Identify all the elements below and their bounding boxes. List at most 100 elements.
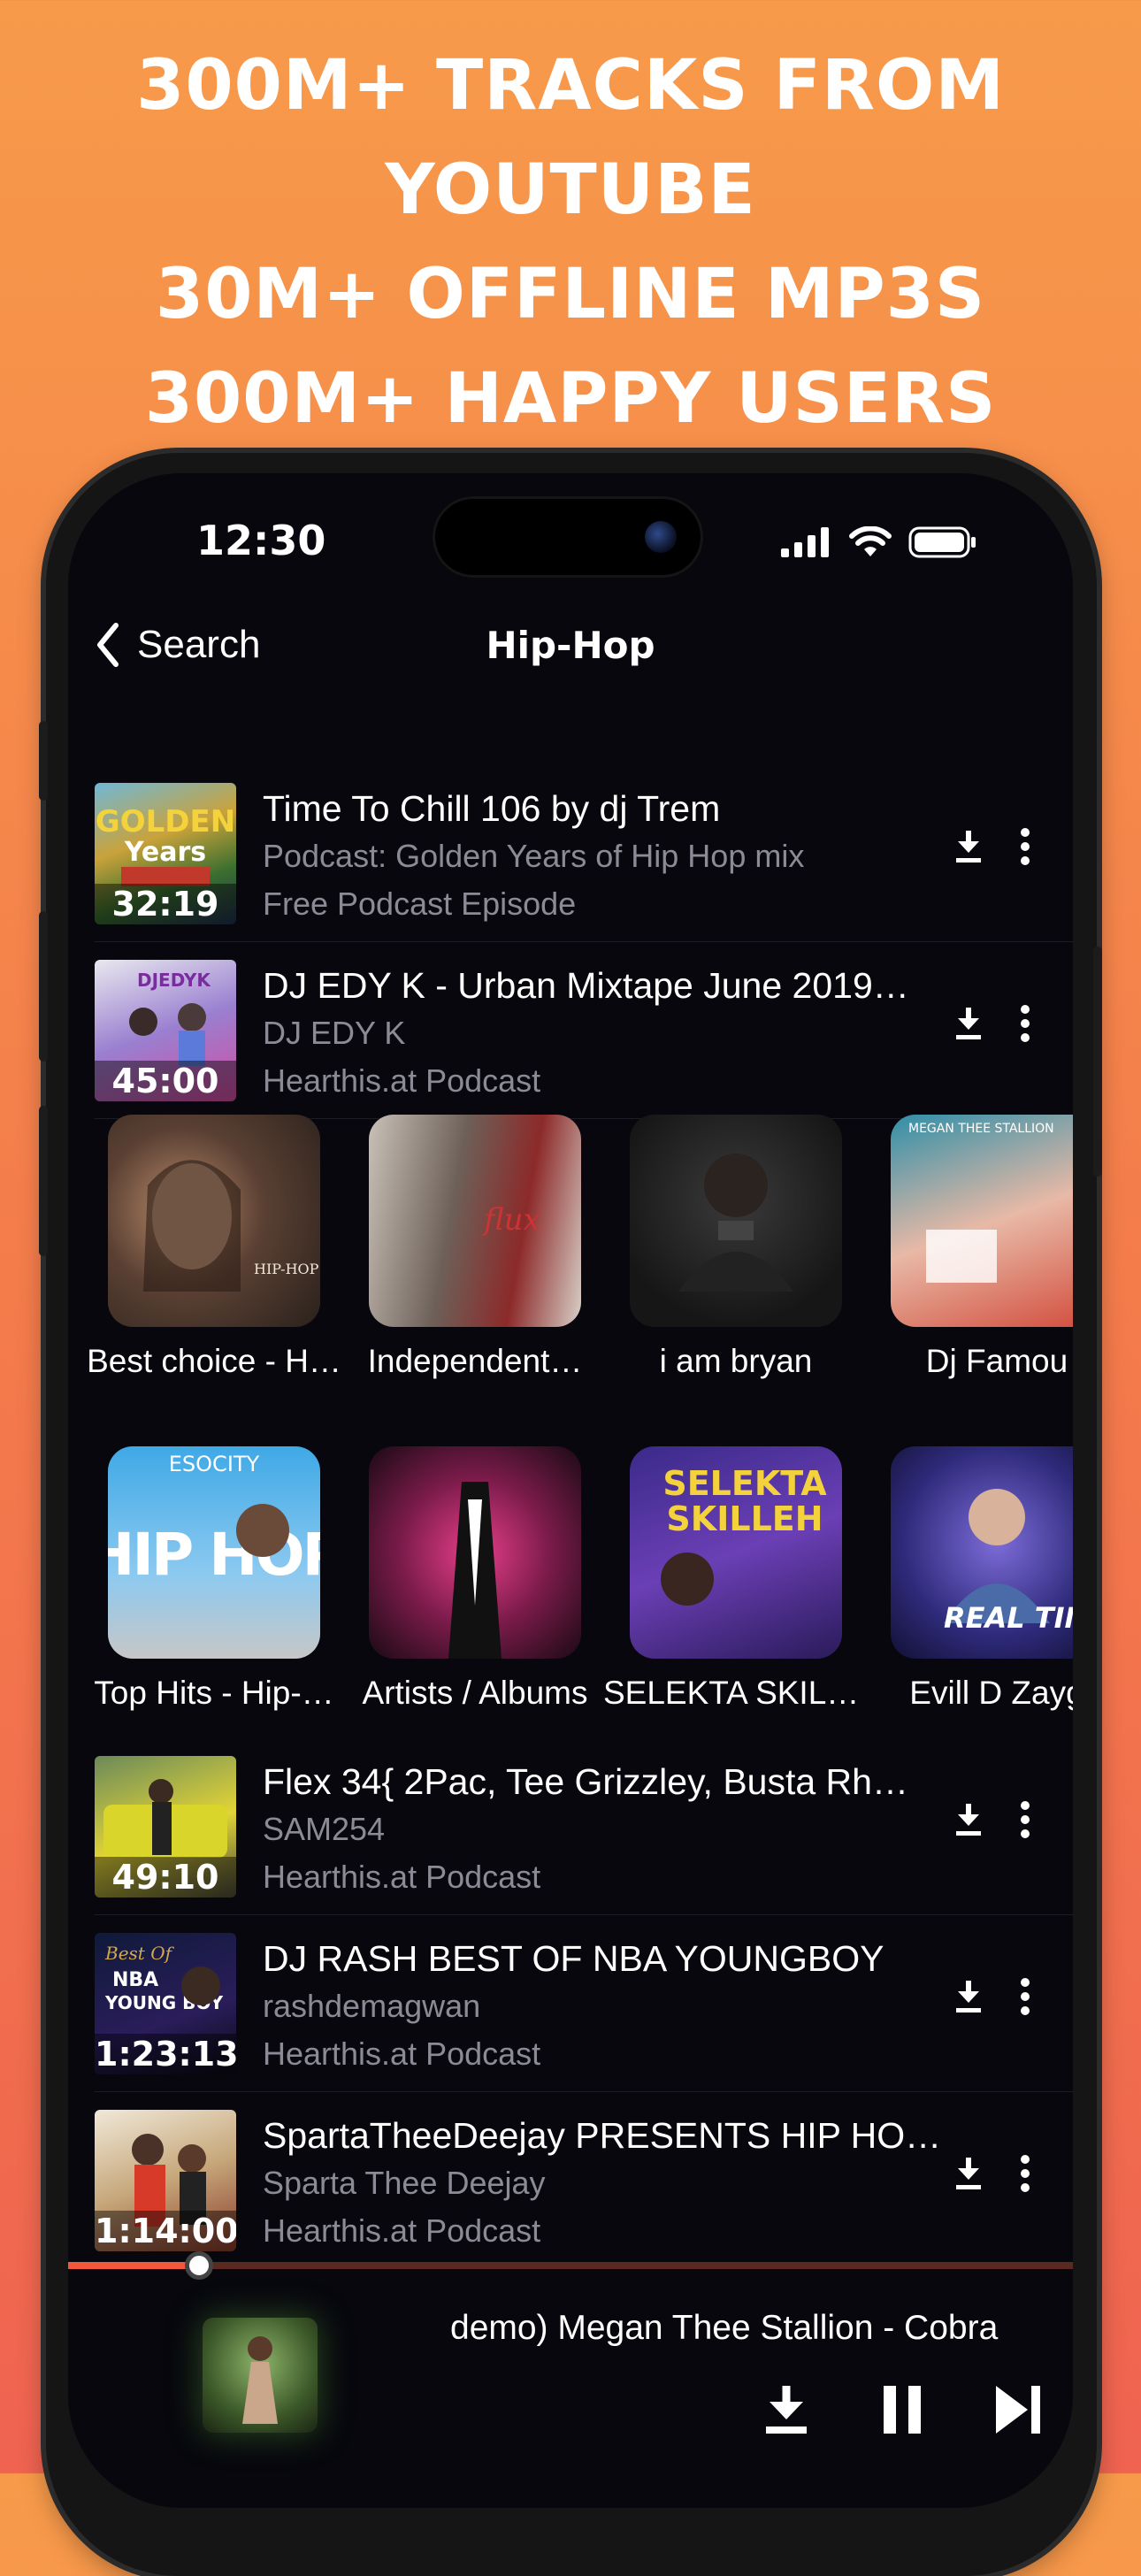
- playlist-label: Evill D Zayg: [909, 1675, 1073, 1711]
- track-duration: 1:23:13: [95, 2034, 236, 2074]
- track-subtitle: SAM254: [263, 1811, 386, 1847]
- promo-line-1: 300M+ TRACKS FROM: [136, 46, 1005, 126]
- playlist-art: flux: [369, 1115, 581, 1327]
- skip-next-icon[interactable]: [992, 2384, 1044, 2435]
- playlist-art: REAL TIME: [891, 1446, 1073, 1659]
- playlist-art: SELEKTA SKILLEH: [630, 1446, 842, 1659]
- track-thumbnail: GOLDEN Years 32:19: [95, 783, 236, 924]
- playlist-card[interactable]: MEGAN THEE STALLION Dj Famou: [891, 1115, 1073, 1380]
- download-icon[interactable]: [762, 2384, 810, 2435]
- track-thumbnail: 49:10: [95, 1756, 236, 1898]
- portrait-art-icon: HIP-HOP: [143, 1160, 319, 1292]
- download-icon[interactable]: [953, 1979, 984, 2014]
- svg-text:Best Of: Best Of: [104, 1943, 175, 1964]
- playlist-card[interactable]: flux Independent…: [368, 1115, 582, 1380]
- status-time: 12:30: [196, 517, 326, 564]
- track-subtitle: Podcast: Golden Years of Hip Hop mix: [263, 838, 805, 874]
- svg-text:MEGAN THEE STALLION: MEGAN THEE STALLION: [908, 1122, 1054, 1136]
- status-bar: 12:30: [68, 473, 1073, 588]
- playlist-carousel[interactable]: ESOCITYHIP HOP Top Hits - Hip-… Artists …: [68, 1446, 1073, 1738]
- wifi-icon: [849, 526, 892, 556]
- svg-text:ESOCITY: ESOCITY: [169, 1452, 260, 1476]
- track-row[interactable]: 1:14:00 SpartaTheeDeejay PRESENTS HIP HO…: [68, 2092, 1073, 2269]
- download-icon[interactable]: [953, 829, 984, 864]
- navigation-bar: Search Hip-Hop: [68, 613, 1073, 684]
- track-duration: 45:00: [95, 1061, 236, 1101]
- phone-side-button: [1093, 947, 1102, 1177]
- phone-side-button: [39, 1106, 48, 1256]
- track-row[interactable]: GOLDEN Years 32:19 Time To Chill 106 by d…: [68, 765, 1073, 942]
- status-icons: [781, 526, 977, 558]
- playlist-label: Artists / Albums: [362, 1675, 588, 1711]
- pause-icon[interactable]: [880, 2384, 924, 2435]
- silhouette-art-icon: [448, 1482, 502, 1659]
- playlist-art: MEGAN THEE STALLION: [891, 1115, 1073, 1327]
- now-playing-artwork[interactable]: [203, 2318, 318, 2433]
- track-source: Free Podcast Episode: [263, 886, 577, 922]
- progress-fill: [68, 2262, 199, 2269]
- playlist-art: [630, 1115, 842, 1327]
- progress-track[interactable]: [68, 2262, 1073, 2269]
- svg-text:HIP-HOP: HIP-HOP: [254, 1261, 319, 1277]
- now-playing-title[interactable]: demo) Megan Thee Stallion - Cobra (fan: [450, 2309, 999, 2348]
- playlist-label: Best choice - H…: [87, 1343, 341, 1379]
- more-vertical-icon[interactable]: [1020, 1800, 1030, 1839]
- progress-scrubber[interactable]: [184, 2251, 213, 2280]
- track-row[interactable]: Best Of NBA YOUNG BOY 1:23:13 DJ RASH BEST…: [68, 1915, 1073, 2092]
- track-row[interactable]: DJEDYK 45:00 DJ EDY K - Urban Mixtape Ju…: [68, 942, 1073, 1119]
- cover-art-icon: REAL TIME: [944, 1489, 1073, 1635]
- playlist-label: Dj Famou: [925, 1343, 1068, 1379]
- abstract-art-icon: flux: [481, 1202, 540, 1238]
- playlist-label: Top Hits - Hip-…: [94, 1675, 334, 1711]
- promo-line-4: 300M+ HAPPY USERS: [144, 359, 997, 439]
- track-source: Hearthis.at Podcast: [263, 1062, 541, 1099]
- more-vertical-icon[interactable]: [1020, 827, 1030, 866]
- track-source: Hearthis.at Podcast: [263, 1859, 541, 1895]
- dynamic-island: [433, 496, 703, 578]
- track-title: SpartaTheeDeejay PRESENTS HIP HO…: [263, 2115, 942, 2156]
- phone-side-button: [39, 721, 48, 801]
- more-vertical-icon[interactable]: [1020, 1977, 1030, 2016]
- playlist-card[interactable]: SELEKTA SKILLEH SELEKTA SKILL…: [603, 1446, 869, 1712]
- track-subtitle: rashdemagwan: [263, 1988, 481, 2024]
- phone-screen: 12:30 Search Hip-Hop GOLDEN Years 32:19 T…: [68, 473, 1073, 2508]
- svg-text:NBA: NBA: [112, 1969, 158, 1991]
- svg-text:DJEDYK: DJEDYK: [137, 970, 211, 991]
- playlist-art: [369, 1446, 581, 1659]
- artist-figure-icon: [242, 2336, 278, 2424]
- playlist-label: SELEKTA SKILL…: [603, 1675, 869, 1711]
- playlist-card[interactable]: ESOCITYHIP HOP Top Hits - Hip-…: [94, 1446, 334, 1712]
- svg-text:GOLDEN: GOLDEN: [96, 804, 235, 840]
- playlist-card[interactable]: HIP-HOP Best choice - H…: [87, 1115, 341, 1380]
- promo-line-2: YOUTUBE: [385, 150, 756, 230]
- track-title: DJ EDY K - Urban Mixtape June 2019…: [263, 965, 909, 1006]
- download-icon[interactable]: [953, 1006, 984, 1041]
- more-vertical-icon[interactable]: [1020, 1004, 1030, 1043]
- playlist-card[interactable]: Artists / Albums: [363, 1446, 587, 1712]
- svg-text:Years: Years: [124, 837, 206, 868]
- playlist-art: ESOCITYHIP HOP: [108, 1446, 320, 1659]
- playlist-art: HIP-HOP: [108, 1115, 320, 1327]
- track-thumbnail: DJEDYK 45:00: [95, 960, 236, 1101]
- phone-side-button: [39, 911, 48, 1062]
- playlist-card[interactable]: REAL TIME Evill D Zayg: [891, 1446, 1073, 1712]
- svg-text:flux: flux: [481, 1202, 540, 1238]
- track-duration: 32:19: [95, 884, 236, 924]
- playlist-card[interactable]: i am bryan: [630, 1115, 842, 1380]
- playlist-carousel[interactable]: HIP-HOP Best choice - H… flux Independen…: [68, 1115, 1073, 1407]
- download-icon[interactable]: [953, 1802, 984, 1837]
- playlist-label: i am bryan: [659, 1343, 813, 1379]
- more-vertical-icon[interactable]: [1020, 2154, 1030, 2193]
- download-icon[interactable]: [953, 2156, 984, 2191]
- svg-text:SKILLEH: SKILLEH: [666, 1499, 823, 1538]
- promo-headline: 300M+ TRACKS FROM YOUTUBE 30M+ OFFLINE M…: [0, 34, 1141, 451]
- page-title: Hip-Hop: [486, 624, 655, 667]
- track-title: Flex 34{ 2Pac, Tee Grizzley, Busta Rh…: [263, 1761, 908, 1802]
- track-subtitle: Sparta Thee Deejay: [263, 2165, 546, 2201]
- track-subtitle: DJ EDY K: [263, 1015, 406, 1051]
- track-thumbnail: Best Of NBA YOUNG BOY 1:23:13: [95, 1933, 236, 2074]
- track-row[interactable]: 49:10 Flex 34{ 2Pac, Tee Grizzley, Busta…: [68, 1738, 1073, 1915]
- battery-icon: [908, 526, 976, 558]
- cellular-signal-icon: [781, 527, 829, 557]
- portrait-art-icon: [678, 1154, 793, 1292]
